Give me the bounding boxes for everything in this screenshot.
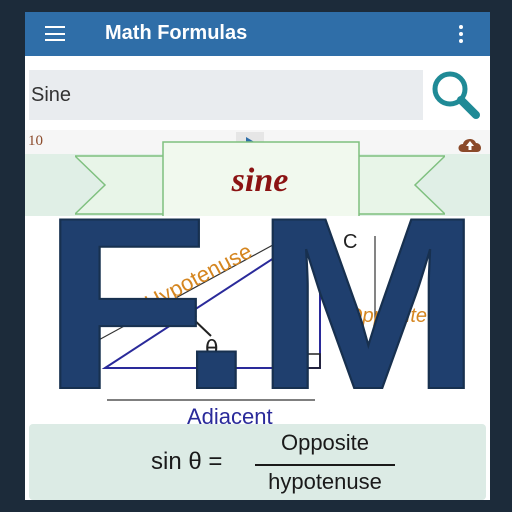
app-window: Math Formulas 10 sine	[25, 12, 490, 500]
formula-lhs: sin θ =	[151, 448, 223, 475]
search-icon[interactable]	[429, 68, 481, 120]
more-vert-icon[interactable]	[459, 25, 464, 43]
search-input[interactable]	[29, 70, 423, 120]
app-title: Math Formulas	[105, 22, 248, 44]
formula-box: sin θ = Opposite hypotenuse	[29, 424, 486, 500]
hamburger-icon[interactable]	[45, 26, 65, 41]
search-bar	[25, 56, 490, 130]
app-bar: Math Formulas	[25, 12, 490, 56]
result-count: 10	[28, 133, 43, 149]
fm-watermark: F.M	[41, 188, 483, 403]
formula-denominator: hypotenuse	[268, 469, 382, 494]
formula-numerator: Opposite	[280, 430, 370, 455]
cloud-upload-icon[interactable]	[455, 134, 485, 154]
fraction-line	[255, 464, 395, 466]
fm-watermark-text: F.M	[42, 188, 482, 403]
